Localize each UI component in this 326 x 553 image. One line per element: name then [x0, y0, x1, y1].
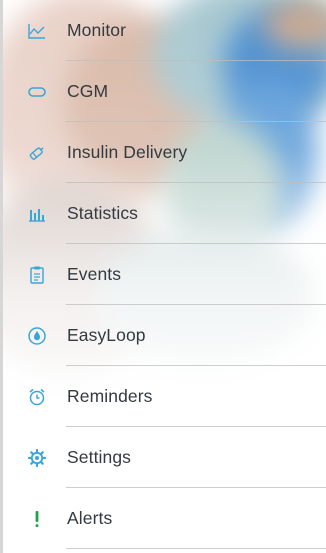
line-chart-icon [27, 21, 47, 41]
menu-item-reminders[interactable]: Reminders [3, 366, 326, 427]
main-menu: Monitor CGM Insulin Delivery Statistics … [3, 0, 326, 549]
menu-item-cgm[interactable]: CGM [3, 61, 326, 122]
menu-item-monitor[interactable]: Monitor [3, 0, 326, 61]
exclamation-icon [27, 509, 47, 529]
navigation-drawer: Monitor CGM Insulin Delivery Statistics … [0, 0, 326, 553]
bar-chart-icon [27, 204, 47, 224]
menu-item-statistics[interactable]: Statistics [3, 183, 326, 244]
menu-item-settings[interactable]: Settings [3, 427, 326, 488]
menu-item-label: CGM [67, 81, 109, 101]
drop-icon [27, 326, 47, 346]
alarm-clock-icon [27, 387, 47, 407]
menu-item-label: Statistics [67, 203, 139, 223]
menu-item-label: EasyLoop [67, 325, 146, 345]
menu-item-insulin-delivery[interactable]: Insulin Delivery [3, 122, 326, 183]
menu-item-label: Monitor [67, 20, 127, 40]
menu-item-label: Insulin Delivery [67, 142, 188, 162]
menu-item-label: Settings [67, 447, 132, 467]
menu-item-events[interactable]: Events [3, 244, 326, 305]
clipboard-icon [27, 265, 47, 285]
pen-icon [27, 143, 47, 163]
menu-item-alerts[interactable]: Alerts [3, 488, 326, 549]
menu-item-label: Events [67, 264, 122, 284]
menu-item-easyloop[interactable]: EasyLoop [3, 305, 326, 366]
menu-item-label: Reminders [67, 386, 153, 406]
menu-item-label: Alerts [67, 508, 113, 528]
sensor-icon [27, 82, 47, 102]
gear-icon [27, 448, 47, 468]
